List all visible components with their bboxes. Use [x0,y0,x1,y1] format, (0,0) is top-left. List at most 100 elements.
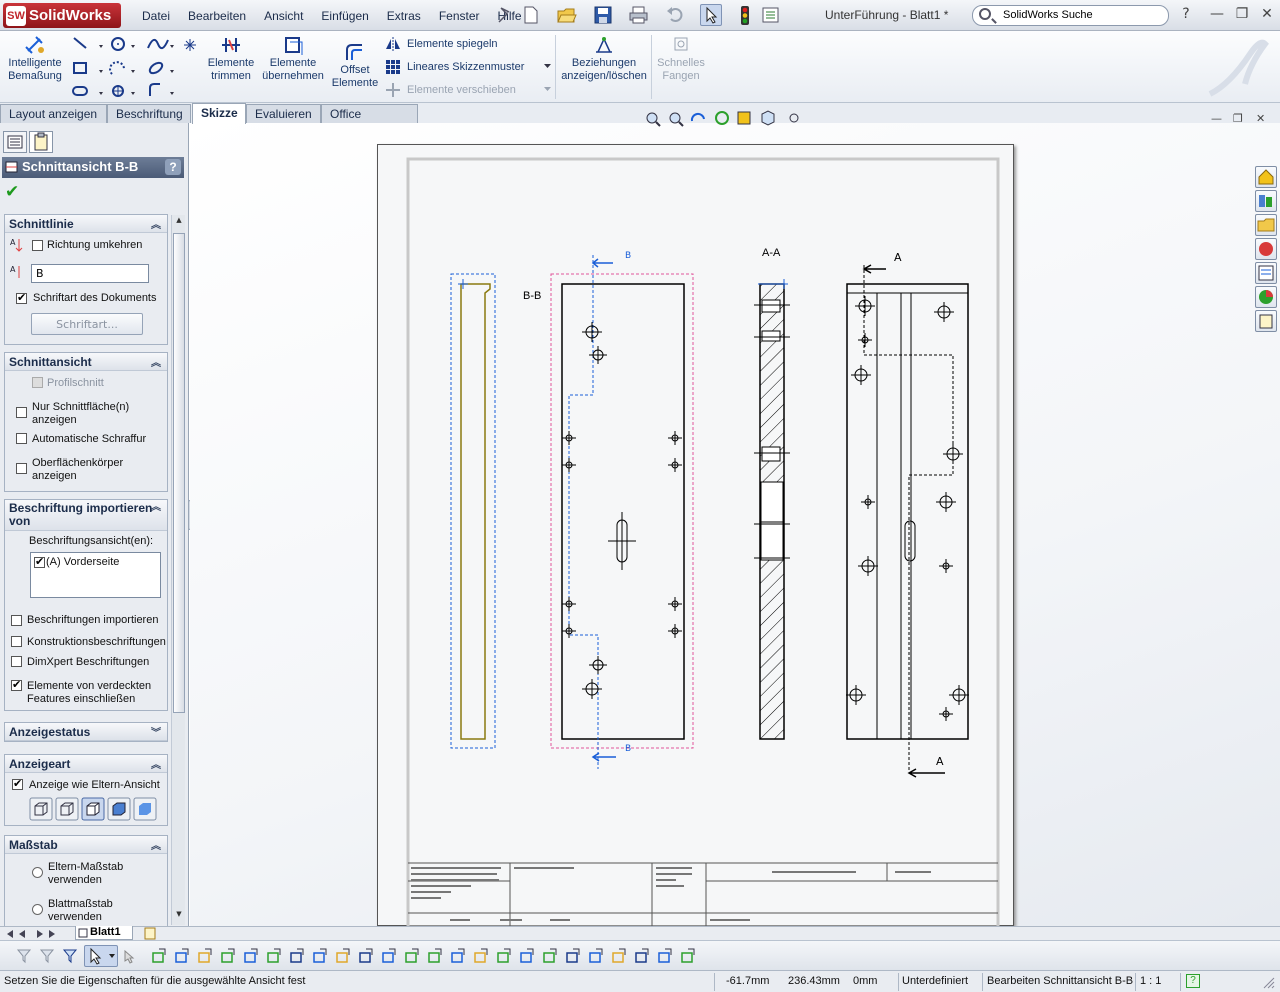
tab-skizze[interactable]: Skizze [192,103,246,124]
surface-only-checkbox[interactable] [16,407,27,418]
panel-scrollbar[interactable]: ▲ ▼ [171,215,185,925]
parent-scale-radio[interactable] [32,867,43,878]
undo-icon[interactable] [666,6,684,24]
mirror-entities-button[interactable]: Elemente spiegeln [385,36,498,52]
sheet-scale-radio[interactable] [32,904,43,915]
group-header[interactable]: Anzeigeart ︽ [5,755,167,773]
property-manager-tab[interactable] [29,131,53,153]
add-sheet-icon[interactable] [143,927,159,940]
display-style-buttons[interactable] [29,797,157,821]
view-item-checkbox[interactable] [34,555,45,568]
sketch-tools-group[interactable] [70,34,190,100]
group-header[interactable]: Schnittlinie ︽ [5,215,167,233]
filter-points-icon[interactable] [151,948,167,964]
filter-surface-finish-icon[interactable] [312,948,328,964]
linear-pattern-button[interactable]: Lineares Skizzenmuster [385,59,524,75]
filter-edges-icon[interactable] [174,948,190,964]
filter-gtol-icon[interactable] [289,948,305,964]
filter-datum-icon[interactable] [266,948,282,964]
filter-table-icon[interactable] [634,948,650,964]
feature-manager-tab[interactable] [3,131,27,153]
save-icon[interactable] [594,6,612,24]
home-icon[interactable] [1255,166,1277,188]
filter-sketch-icon[interactable] [657,948,673,964]
group-header[interactable]: Schnittansicht ︽ [5,353,167,371]
search-results-icon[interactable] [1255,238,1277,260]
scroll-down-icon[interactable]: ▼ [173,910,185,924]
view-toolbar[interactable] [644,109,814,131]
filter-dowel-icon[interactable] [496,948,512,964]
clear-filters-icon[interactable] [62,948,78,964]
auto-hatch-checkbox[interactable] [16,433,27,444]
appearances-icon[interactable] [1255,286,1277,308]
filter-hatch-icon[interactable] [680,948,696,964]
pin-icon[interactable] [497,6,511,24]
filter-welds-icon[interactable] [335,948,351,964]
quick-snaps-button[interactable]: Schnelles Fangen [654,31,708,83]
label-input[interactable]: B [31,264,149,283]
offset-entities-button[interactable]: Offset Elemente [328,38,382,90]
font-button[interactable]: Schriftart... [31,313,143,335]
menu-extras[interactable]: Extras [378,9,430,23]
filter-balloons-icon[interactable] [358,948,374,964]
menu-bearbeiten[interactable]: Bearbeiten [179,9,255,23]
custom-properties-icon[interactable] [1255,310,1277,332]
menu-datei[interactable]: Datei [133,9,179,23]
group-header[interactable]: Maßstab ︽ [5,836,167,854]
new-document-icon[interactable] [522,6,540,24]
open-folder-icon[interactable] [557,6,577,24]
hidden-features-checkbox[interactable] [11,678,22,691]
help-icon[interactable]: ? [165,159,181,175]
point-tool-icon[interactable] [183,38,197,52]
use-parent-style-checkbox[interactable] [12,777,23,790]
filter-bom-icon[interactable] [565,948,581,964]
filter-revision-icon[interactable] [588,948,604,964]
convert-entities-button[interactable]: Elemente übernehmen [260,31,326,83]
filter-icon[interactable] [16,948,32,964]
dimxpert-checkbox[interactable] [11,656,22,667]
filter-centermarks-icon[interactable] [381,948,397,964]
app-logo[interactable]: SW SolidWorks [3,3,121,28]
filter-hole-callout-icon[interactable] [519,948,535,964]
filter-faces-icon[interactable] [197,948,213,964]
graphics-area[interactable]: — ❐ ✕ B-B B B A-A A A [190,110,1280,929]
filter-toggle-icon[interactable] [39,948,55,964]
sheet-tab-blatt1[interactable]: Blatt1 [75,926,133,940]
tab-office-produkte[interactable]: Office Produkte [321,104,418,135]
move-entities-button[interactable]: Elemente verschieben [385,82,516,98]
filter-centerlines-icon[interactable] [404,948,420,964]
display-relations-button[interactable]: Beziehungen anzeigen/löschen [558,31,650,83]
tab-beschriftung[interactable]: Beschriftung [107,104,191,123]
group-header[interactable]: Anzeigestatus ︾ [5,723,167,741]
document-font-checkbox[interactable] [16,291,27,304]
sheet-nav-arrows[interactable] [5,929,65,939]
restore-button[interactable]: ❐ [1233,6,1251,22]
profile-cut-checkbox[interactable] [32,377,43,388]
viewport-close-icon[interactable]: ✕ [1256,112,1265,125]
menu-ansicht[interactable]: Ansicht [255,9,312,23]
tab-evaluieren[interactable]: Evaluieren [246,104,321,123]
help-button[interactable]: ? [1177,6,1195,22]
trim-entities-button[interactable]: Elemente trimmen [202,31,260,83]
drawing-sheet[interactable]: B-B B B A-A A A [377,144,1015,929]
menu-einfuegen[interactable]: Einfügen [312,9,377,23]
group-header[interactable]: Beschriftung importieren von ︽ [5,500,167,531]
print-icon[interactable] [629,6,649,24]
drawing-canvas[interactable]: B-B B B A-A A A [378,145,1015,929]
filter-options-icon[interactable] [121,948,137,964]
filter-cosmetic-thread-icon[interactable] [473,948,489,964]
move-dropdown-icon[interactable] [544,87,551,92]
filter-dimensions-icon[interactable] [220,948,236,964]
scroll-up-icon[interactable]: ▲ [173,216,185,230]
viewport-restore-icon[interactable]: ❐ [1233,112,1243,125]
file-explorer-icon[interactable] [1255,214,1277,236]
viewport-minimize-icon[interactable]: — [1211,112,1222,125]
smart-dimension-button[interactable]: Intelligente Bemaßung [4,31,66,83]
construction-annotations-checkbox[interactable] [11,636,22,647]
select-button[interactable] [700,4,722,26]
reverse-direction-checkbox[interactable] [32,240,43,251]
filter-stacked-balloon-icon[interactable] [542,948,558,964]
filter-notes-icon[interactable] [243,948,259,964]
status-scale[interactable]: 1 : 1 [1140,975,1161,987]
resize-grip-icon[interactable] [1262,976,1276,990]
